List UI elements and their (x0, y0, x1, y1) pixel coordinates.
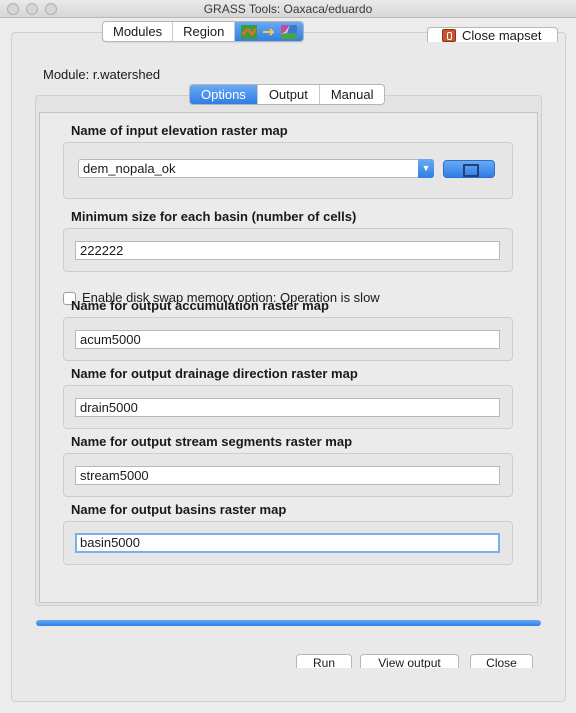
close-mapset-label: Close mapset (462, 28, 542, 42)
vector-map-icon (281, 24, 298, 39)
tab-manual[interactable]: Manual (320, 85, 385, 104)
elevation-label: Name of input elevation raster map (71, 123, 288, 138)
tab-options[interactable]: Options (190, 85, 258, 104)
min-size-label: Minimum size for each basin (number of c… (71, 209, 357, 224)
accumulation-label: Name for output accumulation raster map (71, 298, 329, 313)
accumulation-input[interactable]: acum5000 (75, 330, 500, 349)
window-title: GRASS Tools: Oaxaca/eduardo (203, 2, 373, 16)
tab-region[interactable]: Region (173, 22, 236, 41)
stream-label: Name for output stream segments raster m… (71, 434, 353, 449)
drainage-label: Name for output drainage direction raste… (71, 366, 358, 381)
stream-input[interactable]: stream5000 (75, 466, 500, 485)
progress-fill (36, 620, 541, 626)
close-mapset-icon (442, 29, 456, 42)
tab-output[interactable]: Output (258, 85, 320, 104)
arrow-right-icon (263, 27, 275, 36)
elevation-value: dem_nopala_ok (83, 161, 176, 176)
title-bar: GRASS Tools: Oaxaca/eduardo (0, 0, 576, 18)
tab-raster-to-vector[interactable] (235, 22, 304, 41)
module-label: Module: r.watershed (43, 67, 161, 82)
progress-bar (36, 620, 541, 626)
close-button[interactable]: Close (470, 654, 533, 668)
top-segmented-control: Modules Region (102, 21, 305, 42)
raster-map-icon (241, 24, 258, 39)
close-mapset-button[interactable]: Close mapset (427, 27, 558, 42)
basin-input[interactable]: basin5000 (75, 533, 500, 553)
chevron-down-icon[interactable]: ▼ (418, 159, 434, 178)
tab-modules[interactable]: Modules (103, 22, 174, 41)
run-button[interactable]: Run (296, 654, 352, 668)
drainage-input[interactable]: drain5000 (75, 398, 500, 417)
basin-label: Name for output basins raster map (71, 502, 287, 517)
elevation-select[interactable]: dem_nopala_ok ▼ (78, 159, 434, 178)
min-size-input[interactable]: 222222 (75, 241, 500, 260)
select-map-button[interactable] (443, 160, 495, 178)
view-output-button[interactable]: View output (360, 654, 459, 668)
options-tab-bar: Options Output Manual (189, 84, 386, 105)
